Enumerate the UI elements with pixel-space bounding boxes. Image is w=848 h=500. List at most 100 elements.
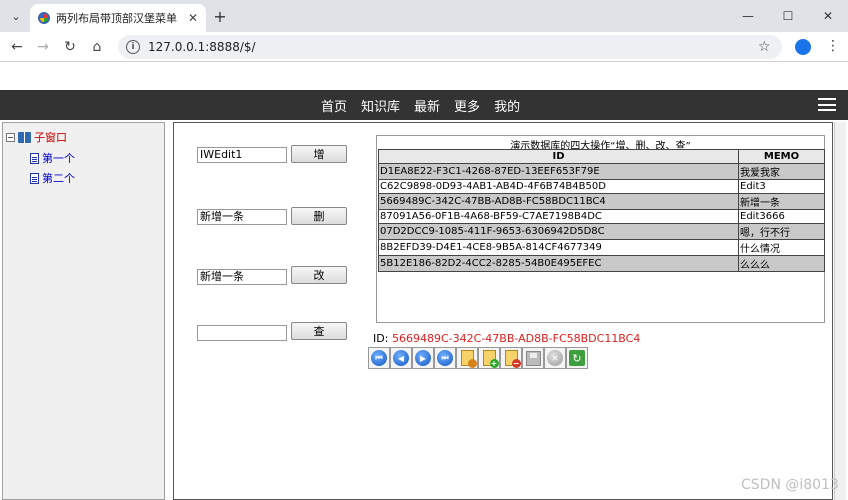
browser-menu-icon[interactable]: ⋮ [826, 38, 840, 54]
tree-root-node[interactable]: − 子窗口 [6, 129, 67, 145]
insert-record-button[interactable] [456, 347, 478, 369]
save-icon [525, 350, 541, 366]
cell-id: 87091A56-0F1B-4A68-BF59-C7AE7198B4DC [378, 209, 739, 224]
prior-record-icon: ◀ [393, 350, 409, 366]
cell-memo: 我爱我家 [738, 163, 825, 180]
insert-record-icon [460, 350, 477, 368]
minimize-icon[interactable]: — [728, 0, 768, 32]
url-text: 127.0.0.1:8888/$/ [148, 40, 256, 54]
cell-id: 8B2EFD39-D4E1-4CE8-9B5A-814CF4677349 [378, 239, 739, 256]
vertical-scrollbar[interactable] [834, 122, 846, 500]
last-record-icon: ⏭ [437, 350, 453, 366]
app-navbar: 首页 知识库 最新 更多 我的 [0, 90, 848, 120]
browser-tab[interactable]: 两列布局带顶部汉堡菜单 ✕ [30, 4, 206, 32]
browser-toolbar: ← → ↻ ⌂ i 127.0.0.1:8888/$/ ☆ ⋮ [0, 32, 848, 62]
edit-input-add[interactable]: IWEdit1 [197, 147, 287, 163]
nav-item-knowledge[interactable]: 知识库 [361, 96, 400, 115]
collapse-icon[interactable]: − [6, 132, 15, 142]
cell-memo: Edit3666 [738, 209, 825, 224]
home-icon[interactable]: ⌂ [86, 36, 108, 58]
refresh-icon: ↻ [569, 350, 585, 366]
tree-root-label: 子窗口 [34, 131, 67, 144]
site-info-icon[interactable]: i [126, 40, 140, 54]
document-icon [30, 152, 39, 164]
table-row[interactable]: 87091A56-0F1B-4A68-BF59-C7AE7198B4DC Edi… [378, 209, 825, 224]
address-bar[interactable]: i 127.0.0.1:8888/$/ [118, 35, 782, 59]
table-row[interactable]: 5B12E186-82D2-4CC2-8285-54B0E495EFEC 么么么 [378, 255, 825, 272]
tree-item-second[interactable]: 第二个 [30, 170, 75, 186]
column-header-memo[interactable]: MEMO [738, 149, 825, 164]
edit-input-modify[interactable]: 新增一条 [197, 269, 287, 285]
tab-close-icon[interactable]: ✕ [188, 11, 198, 25]
edit-input-query[interactable] [197, 325, 287, 341]
nav-item-mine[interactable]: 我的 [494, 96, 520, 115]
last-record-button[interactable]: ⏭ [434, 347, 456, 369]
query-button[interactable]: 查 [291, 322, 347, 340]
tab-title: 两列布局带顶部汉堡菜单 [56, 12, 177, 25]
new-tab-icon[interactable]: + [210, 6, 230, 26]
data-grid: 演示数据库的四大操作“增、删、改、查” ID MEMO D1EA8E22-F3C… [376, 135, 825, 323]
first-record-icon: ⏮ [371, 350, 387, 366]
tree-item-first[interactable]: 第一个 [30, 150, 75, 166]
cell-id: 5B12E186-82D2-4CC2-8285-54B0E495EFEC [378, 255, 739, 272]
window-controls: — ☐ ✕ [728, 0, 848, 32]
cancel-record-button[interactable]: ✕ [544, 347, 566, 369]
grid-header-row: ID MEMO [378, 149, 825, 164]
db-navigator: ⏮ ◀ ▶ ⏭ + − ✕ ↻ [368, 347, 588, 369]
delete-button[interactable]: 删 [291, 207, 347, 225]
delete-record-icon: − [504, 350, 521, 368]
nav-item-latest[interactable]: 最新 [414, 96, 440, 115]
document-icon [30, 172, 39, 184]
cancel-icon: ✕ [547, 350, 563, 366]
tab-search-chevron-icon[interactable]: ⌄ [6, 6, 26, 26]
table-row[interactable]: D1EA8E22-F3C1-4268-87ED-13EEF653F79E 我爱我… [378, 163, 825, 180]
back-icon[interactable]: ← [6, 36, 28, 58]
cell-id: 5669489C-342C-47BB-AD8B-FC58BDC11BC4 [378, 193, 739, 210]
tree-panel: − 子窗口 第一个 第二个 [2, 122, 165, 500]
prior-record-button[interactable]: ◀ [390, 347, 412, 369]
watermark-text: CSDN @i8013 [741, 477, 839, 493]
current-id-value: 5669489C-342C-47BB-AD8B-FC58BDC11BC4 [392, 332, 641, 345]
nav-links: 首页 知识库 最新 更多 我的 [321, 90, 520, 120]
first-record-button[interactable]: ⏮ [368, 347, 390, 369]
next-record-icon: ▶ [415, 350, 431, 366]
hamburger-menu-icon[interactable] [818, 98, 836, 111]
cell-memo: 嗯，行不行 [738, 223, 825, 240]
cell-memo: 么么么 [738, 255, 825, 272]
forward-icon[interactable]: → [32, 36, 54, 58]
page-top-spacer [0, 62, 848, 90]
add-record-button[interactable]: + [478, 347, 500, 369]
close-window-icon[interactable]: ✕ [808, 0, 848, 32]
cell-memo: 什么情况 [738, 239, 825, 256]
book-icon [18, 131, 31, 143]
cell-memo: 新增一条 [738, 193, 825, 210]
table-row[interactable]: 8B2EFD39-D4E1-4CE8-9B5A-814CF4677349 什么情… [378, 239, 825, 256]
current-id-label: ID: [373, 332, 389, 345]
cell-id: C62C9898-0D93-4AB1-AB4D-4F6B74B4B50D [378, 179, 739, 194]
bookmark-star-icon[interactable]: ☆ [758, 39, 771, 55]
column-header-id[interactable]: ID [378, 149, 739, 164]
favicon-icon [38, 12, 50, 24]
maximize-icon[interactable]: ☐ [768, 0, 808, 32]
tree-item-label: 第一个 [42, 152, 75, 165]
table-row[interactable]: C62C9898-0D93-4AB1-AB4D-4F6B74B4B50D Edi… [378, 179, 825, 194]
nav-item-home[interactable]: 首页 [321, 96, 347, 115]
tree-item-label: 第二个 [42, 172, 75, 185]
cell-id: D1EA8E22-F3C1-4268-87ED-13EEF653F79E [378, 163, 739, 180]
grid-table: ID MEMO D1EA8E22-F3C1-4268-87ED-13EEF653… [378, 149, 825, 272]
nav-item-more[interactable]: 更多 [454, 96, 480, 115]
table-row[interactable]: 07D2DCC9-1085-411F-9653-6306942D5D8C 嗯，行… [378, 223, 825, 240]
next-record-button[interactable]: ▶ [412, 347, 434, 369]
delete-record-button[interactable]: − [500, 347, 522, 369]
profile-avatar-icon[interactable] [795, 39, 811, 55]
refresh-button[interactable]: ↻ [566, 347, 588, 369]
add-button[interactable]: 增 [291, 145, 347, 163]
cell-id: 07D2DCC9-1085-411F-9653-6306942D5D8C [378, 223, 739, 240]
post-record-button[interactable] [522, 347, 544, 369]
edit-input-delete[interactable]: 新增一条 [197, 209, 287, 225]
modify-button[interactable]: 改 [291, 266, 347, 284]
reload-icon[interactable]: ↻ [59, 36, 81, 58]
add-record-icon: + [482, 350, 499, 368]
cell-memo: Edit3 [738, 179, 825, 194]
table-row[interactable]: 5669489C-342C-47BB-AD8B-FC58BDC11BC4 新增一… [378, 193, 825, 210]
